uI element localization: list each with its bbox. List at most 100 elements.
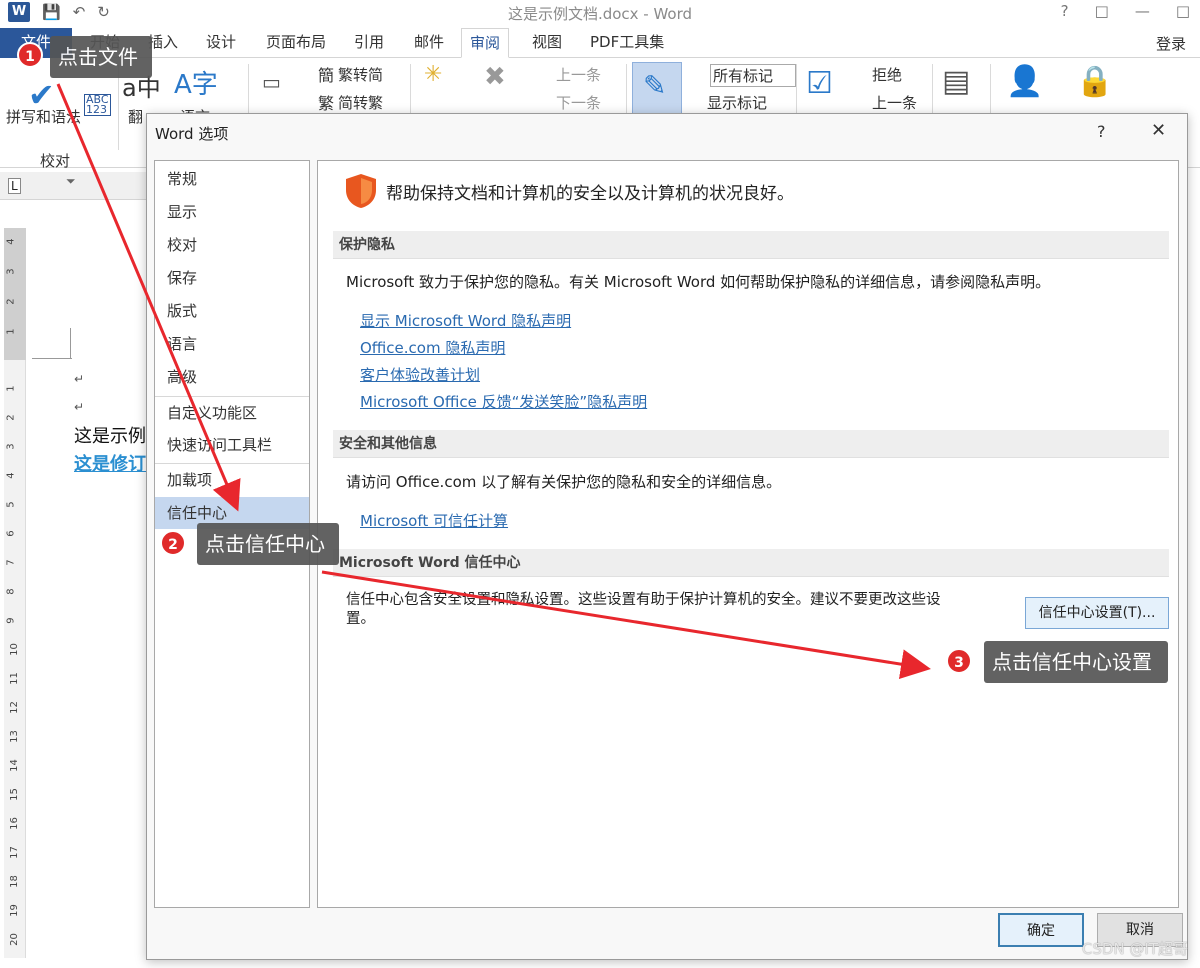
ruler-number: 5 <box>5 501 17 508</box>
nav-advanced[interactable]: 高级 <box>155 361 309 393</box>
nav-typography[interactable]: 版式 <box>155 295 309 327</box>
options-content: 帮助保持文档和计算机的安全以及计算机的状况良好。 保护隐私 Microsoft … <box>317 160 1179 908</box>
horizontal-ruler: L ⏷ <box>0 172 150 200</box>
badge-step1: 1 <box>17 42 43 68</box>
nav-customize-ribbon[interactable]: 自定义功能区 <box>155 397 309 429</box>
indent-marker-icon[interactable]: ⏷ <box>66 174 76 189</box>
ruler-number: 3 <box>5 443 17 450</box>
document-page[interactable]: ↵ ↵ 这是示例 这是修订 <box>32 228 150 958</box>
callout-step2: 点击信任中心 <box>197 523 339 565</box>
minimize-icon[interactable]: — <box>1135 2 1150 20</box>
simp-trad-icon: 繁 <box>318 94 335 113</box>
proofing-group-label: 校对 <box>40 152 71 170</box>
tab-review[interactable]: 审阅 <box>461 28 510 58</box>
ruler-number: 20 <box>8 933 20 946</box>
ruler-number: 9 <box>5 617 17 624</box>
ruler-number: 10 <box>8 643 20 656</box>
window-title: 这是示例文档.docx - Word <box>507 5 693 23</box>
word-count-icon[interactable]: ABC 123 <box>84 94 111 116</box>
markup-dropdown[interactable]: 所有标记 <box>710 64 797 87</box>
prev-comment-button[interactable]: 上一条 <box>556 64 601 85</box>
prev-change-button[interactable]: 上一条 <box>872 92 917 113</box>
ruler-number: 4 <box>5 238 17 245</box>
nav-save[interactable]: 保存 <box>155 262 309 294</box>
simp-to-trad-button[interactable]: 简转繁 <box>338 92 383 113</box>
ok-button[interactable]: 确定 <box>998 913 1084 947</box>
margin-corner <box>70 328 71 358</box>
tab-design[interactable]: 设计 <box>198 28 244 58</box>
privacy-link-feedback[interactable]: Microsoft Office 反馈“发送笑脸”隐私声明 <box>360 391 647 412</box>
ruler-number: 2 <box>5 298 17 305</box>
nav-quick-access-toolbar[interactable]: 快速访问工具栏 <box>155 429 309 461</box>
security-section-header: 安全和其他信息 <box>333 430 1169 458</box>
security-text: 请访问 Office.com 以了解有关保护您的隐私和安全的详细信息。 <box>346 473 782 491</box>
show-markup-button[interactable]: 显示标记 <box>707 92 767 113</box>
nav-add-ins[interactable]: 加载项 <box>155 464 309 496</box>
block-authors-icon: 👤 <box>1006 64 1044 99</box>
document-revision-line[interactable]: 这是修订 <box>74 450 146 476</box>
shield-icon <box>346 174 376 208</box>
sign-in-link[interactable]: 登录 <box>1156 33 1186 54</box>
ruler-number: 17 <box>8 846 20 859</box>
compare-icon: ▤ <box>942 64 971 99</box>
tab-mailings[interactable]: 邮件 <box>406 28 452 58</box>
help-icon[interactable]: ? <box>1061 2 1069 20</box>
trustworthy-computing-link[interactable]: Microsoft 可信任计算 <box>360 510 508 531</box>
callout-step3: 点击信任中心设置 <box>984 641 1168 683</box>
ribbon-display-icon[interactable]: □ <box>1095 2 1109 20</box>
accept-icon: ☑ <box>806 66 833 101</box>
ruler-number: 12 <box>8 701 20 714</box>
trust-center-section-header: Microsoft Word 信任中心 <box>333 549 1169 577</box>
tab-references[interactable]: 引用 <box>346 28 392 58</box>
ruler-number: 4 <box>5 472 17 479</box>
maximize-icon[interactable]: □ <box>1176 2 1190 20</box>
ruler-number: 18 <box>8 875 20 888</box>
restrict-editing-icon: 🔒 <box>1076 64 1114 99</box>
margin-corner <box>32 358 72 359</box>
spell-grammar-button[interactable]: 拼写和语法 <box>6 106 81 127</box>
tab-view[interactable]: 视图 <box>524 28 570 58</box>
trust-center-description: 信任中心包含安全设置和隐私设置。这些设置有助于保护计算机的安全。建议不要更改这些… <box>346 592 941 627</box>
document-compare-icon: ▭ <box>262 70 281 94</box>
document-line[interactable]: 这是示例 <box>74 422 146 448</box>
tab-selector[interactable]: L <box>8 178 21 194</box>
paragraph-mark: ↵ <box>74 372 85 386</box>
trust-center-headline: 帮助保持文档和计算机的安全以及计算机的状况良好。 <box>386 184 794 204</box>
ruler-number: 13 <box>8 730 20 743</box>
ruler-number: 19 <box>8 904 20 917</box>
tab-layout[interactable]: 页面布局 <box>258 28 334 58</box>
privacy-link-office[interactable]: Office.com 隐私声明 <box>360 337 505 358</box>
callout-step1: 点击文件 <box>50 36 152 78</box>
ruler-number: 11 <box>8 672 20 685</box>
nav-proofing[interactable]: 校对 <box>155 229 309 261</box>
delete-comment-icon: ✖ <box>484 62 506 92</box>
translate-button[interactable]: 翻 <box>128 106 143 127</box>
privacy-link-word[interactable]: 显示 Microsoft Word 隐私声明 <box>360 310 571 331</box>
watermark: CSDN @IT超哥 <box>1081 940 1188 958</box>
ruler-number: 8 <box>5 588 17 595</box>
reject-button[interactable]: 拒绝 <box>872 64 902 85</box>
trad-to-simp-button[interactable]: 繁转简 <box>338 64 383 85</box>
ruler-number: 7 <box>5 559 17 566</box>
privacy-link-ceip[interactable]: 客户体验改善计划 <box>360 364 480 385</box>
window-controls: ? □ — □ <box>1061 2 1190 20</box>
nav-general[interactable]: 常规 <box>155 163 309 195</box>
trust-center-settings-button[interactable]: 信任中心设置(T)... <box>1025 597 1169 629</box>
ruler-number: 6 <box>5 530 17 537</box>
next-comment-button[interactable]: 下一条 <box>556 92 601 113</box>
new-comment-icon: ✳ <box>424 62 443 87</box>
dialog-help-icon[interactable]: ? <box>1097 122 1106 141</box>
privacy-section-header: 保护隐私 <box>333 231 1169 259</box>
track-changes-button[interactable]: ✎ <box>632 62 682 114</box>
dialog-title: Word 选项 <box>155 125 229 143</box>
vertical-ruler: 4 3 2 1 1 2 3 4 5 6 7 8 9 10 11 12 13 14… <box>4 228 26 958</box>
tab-pdf-tools[interactable]: PDF工具集 <box>582 28 672 58</box>
ruler-number: 2 <box>5 414 17 421</box>
ruler-number: 15 <box>8 788 20 801</box>
paragraph-mark: ↵ <box>74 400 85 414</box>
trad-simp-icon: 簡 <box>318 66 335 85</box>
nav-display[interactable]: 显示 <box>155 196 309 228</box>
dialog-close-icon[interactable]: ✕ <box>1151 120 1166 141</box>
nav-language[interactable]: 语言 <box>155 328 309 360</box>
title-bar: W 💾 ↶ ↻ 这是示例文档.docx - Word ? □ — □ <box>0 0 1200 26</box>
